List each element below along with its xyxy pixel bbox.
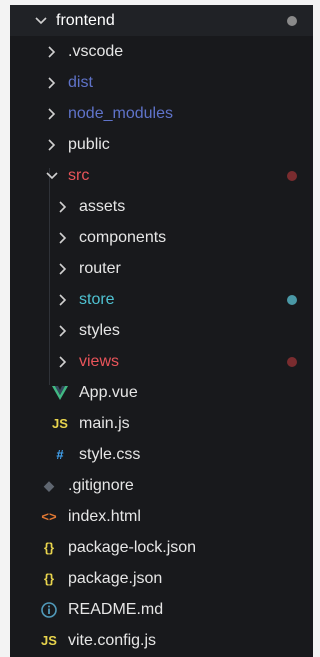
tree-item-components[interactable]: components — [10, 222, 313, 253]
tree-item-dist[interactable]: dist — [10, 67, 313, 98]
status-dot — [287, 171, 297, 181]
chevron-right-icon — [56, 191, 70, 222]
css-hash-icon: # — [56, 447, 64, 462]
json-braces-icon: {} — [43, 540, 55, 555]
tree-item-assets[interactable]: assets — [10, 191, 313, 222]
tree-item-label: package-lock.json — [68, 539, 197, 556]
tree-item-label: styles — [79, 322, 120, 339]
vue-icon — [52, 377, 68, 408]
tree-item-main-js[interactable]: JS main.js — [10, 408, 313, 439]
tree-item-label: node_modules — [68, 105, 173, 122]
tree-item-label: main.js — [79, 415, 130, 432]
chevron-down-icon — [34, 5, 48, 36]
tree-item-node-modules[interactable]: node_modules — [10, 98, 313, 129]
tree-item-label: index.html — [68, 508, 141, 525]
tree-item-router[interactable]: router — [10, 253, 313, 284]
tree-item-style-css[interactable]: # style.css — [10, 439, 313, 470]
chevron-right-icon — [56, 346, 70, 377]
tree-item-vite-config-js[interactable]: JS vite.config.js — [10, 625, 313, 656]
chevron-right-icon — [56, 315, 70, 346]
tree-item-index-html[interactable]: <> index.html — [10, 501, 313, 532]
chevron-right-icon — [56, 253, 70, 284]
tree-item-label: src — [68, 167, 90, 184]
status-dot — [287, 357, 297, 367]
tree-item-frontend[interactable]: frontend — [10, 5, 313, 36]
tree-item-store[interactable]: store — [10, 284, 313, 315]
tree-item-label: package.json — [68, 570, 163, 587]
chevron-down-icon — [45, 160, 59, 191]
tree-item-package-lock-json[interactable]: {} package-lock.json — [10, 532, 313, 563]
tree-item-readme-md[interactable]: README.md — [10, 594, 313, 625]
chevron-right-icon — [45, 98, 59, 129]
tree-item-src[interactable]: src — [10, 160, 313, 191]
tree-item-label: store — [79, 291, 115, 308]
tree-item-label: assets — [79, 198, 126, 215]
tree-item-vscode[interactable]: .vscode — [10, 36, 313, 67]
chevron-right-icon — [45, 67, 59, 98]
chevron-right-icon — [45, 36, 59, 67]
tree-item-label: views — [79, 353, 120, 370]
javascript-icon: JS — [52, 416, 68, 431]
tree-item-label: public — [68, 136, 110, 153]
info-icon — [41, 594, 57, 625]
tree-item-label: App.vue — [79, 384, 138, 401]
tree-item-label: frontend — [56, 12, 115, 29]
tree-item-label: dist — [68, 74, 93, 91]
tree-item-label: .vscode — [68, 43, 124, 60]
tree-item-label: vite.config.js — [68, 632, 157, 649]
html-tag-icon: <> — [41, 509, 57, 524]
chevron-right-icon — [56, 222, 70, 253]
tree-item-label: router — [79, 260, 121, 277]
javascript-icon: JS — [41, 633, 57, 648]
status-dot — [287, 295, 297, 305]
tree-item-app-vue[interactable]: App.vue — [10, 377, 313, 408]
git-diamond-icon: ◆ — [44, 478, 54, 493]
chevron-right-icon — [45, 129, 59, 160]
file-explorer: frontend .vscode dist node_modulespublic sr… — [10, 5, 313, 657]
tree-item-views[interactable]: views — [10, 346, 313, 377]
tree-item-label: style.css — [79, 446, 141, 463]
chevron-right-icon — [56, 284, 70, 315]
tree-item-gitignore[interactable]: ◆ .gitignore — [10, 470, 313, 501]
tree-item-public[interactable]: public — [10, 129, 313, 160]
tree-item-label: README.md — [68, 601, 164, 618]
json-braces-icon: {} — [43, 571, 55, 586]
tree-item-styles[interactable]: styles — [10, 315, 313, 346]
tree-item-package-json[interactable]: {} package.json — [10, 563, 313, 594]
tree-item-label: components — [79, 229, 167, 246]
tree-item-label: .gitignore — [68, 477, 134, 494]
status-dot — [287, 16, 297, 26]
